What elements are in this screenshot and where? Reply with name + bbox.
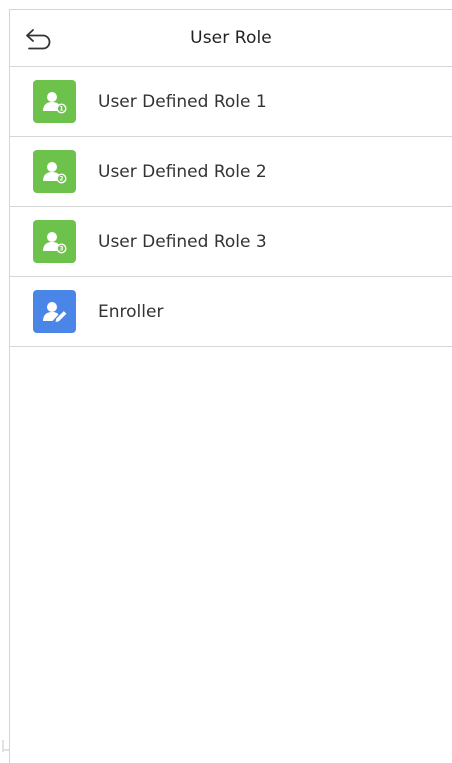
- back-arrow-icon: [26, 29, 51, 50]
- role-label: User Defined Role 3: [98, 231, 267, 252]
- svg-text:1: 1: [59, 105, 63, 112]
- svg-text:3: 3: [59, 245, 63, 252]
- list-item-user-defined-role-3[interactable]: 3 User Defined Role 3: [10, 207, 452, 277]
- header-bar: User Role: [10, 10, 452, 67]
- user-role-3-icon: 3: [33, 220, 76, 263]
- corner-mark: [2, 740, 9, 752]
- enroller-icon: [33, 290, 76, 333]
- back-button[interactable]: [22, 24, 56, 54]
- role-label: Enroller: [98, 301, 164, 322]
- page-title: User Role: [190, 28, 272, 48]
- user-role-2-icon: 2: [33, 150, 76, 193]
- list-item-user-defined-role-2[interactable]: 2 User Defined Role 2: [10, 137, 452, 207]
- user-role-1-icon: 1: [33, 80, 76, 123]
- user-role-screen: User Role 1 User Defined Role 1 2 User D…: [9, 9, 452, 763]
- role-label: User Defined Role 2: [98, 161, 267, 182]
- role-list: 1 User Defined Role 1 2 User Defined Rol…: [10, 67, 452, 347]
- list-item-user-defined-role-1[interactable]: 1 User Defined Role 1: [10, 67, 452, 137]
- svg-text:2: 2: [59, 175, 63, 182]
- list-item-enroller[interactable]: Enroller: [10, 277, 452, 347]
- role-label: User Defined Role 1: [98, 91, 267, 112]
